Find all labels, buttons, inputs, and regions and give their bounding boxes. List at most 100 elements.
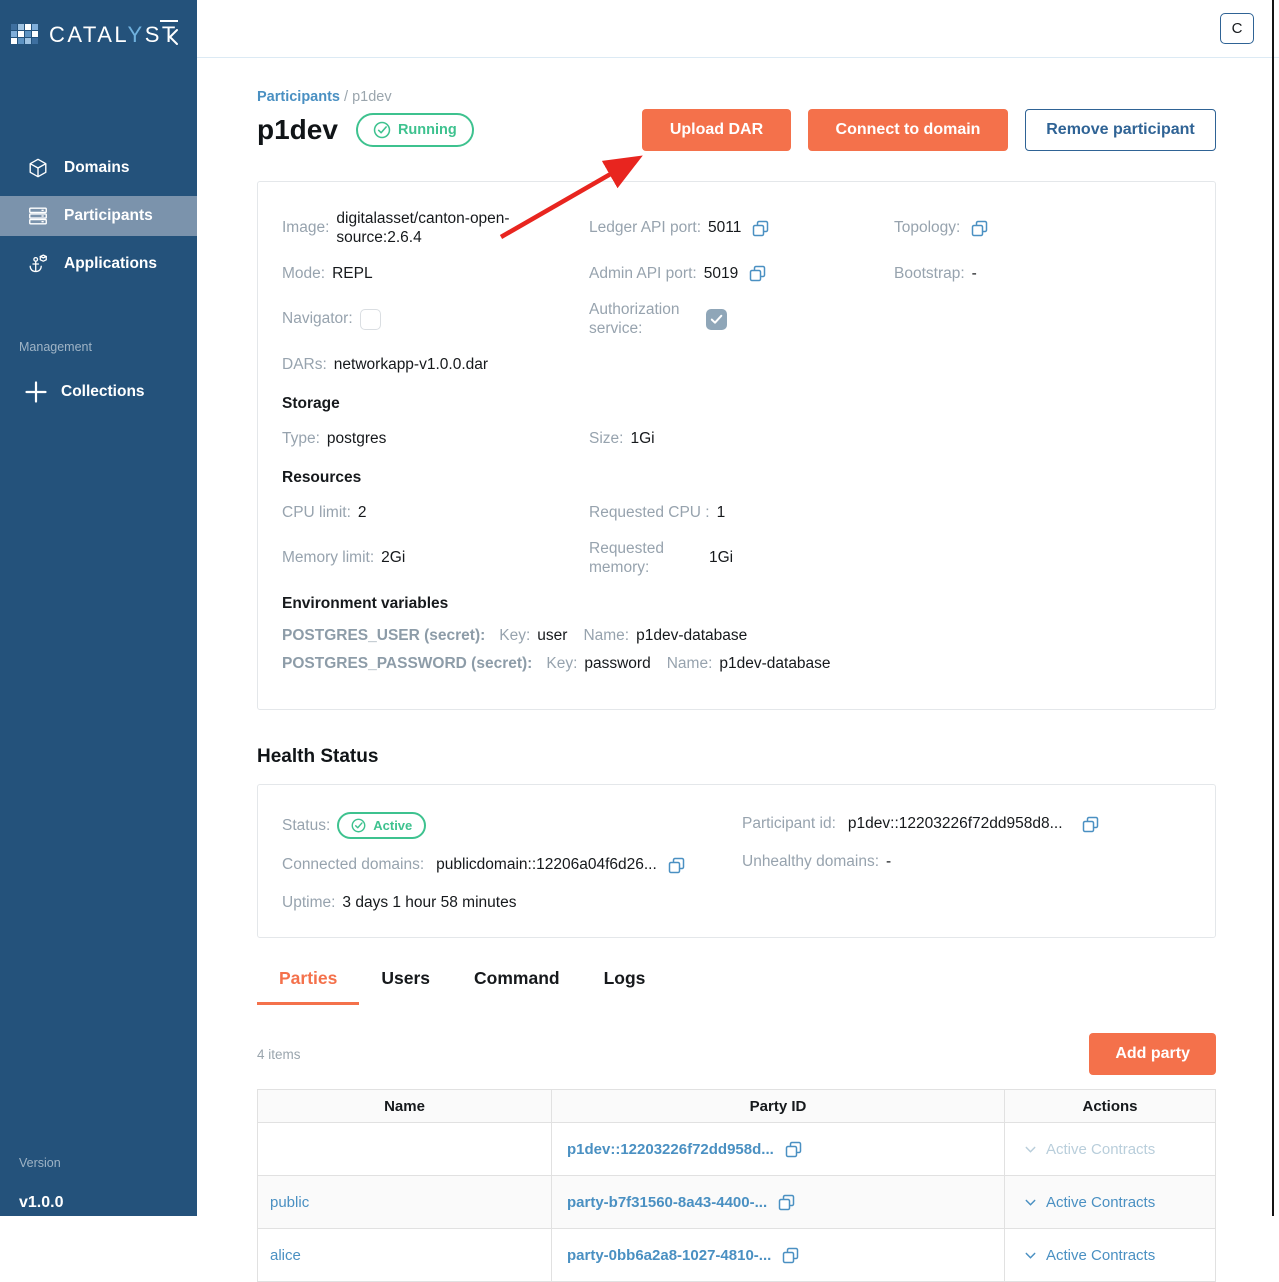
copy-icon[interactable] bbox=[971, 220, 988, 237]
sidebar-item-collections[interactable]: Collections bbox=[0, 372, 197, 412]
field-unhealthy-domains: Unhealthy domains: - bbox=[742, 850, 1191, 874]
field-label: Participant id: bbox=[742, 815, 836, 833]
table-row: public party-b7f31560-8a43-4400-... Acti… bbox=[258, 1176, 1216, 1229]
topbar: C bbox=[197, 0, 1279, 58]
sidebar-collapse-icon[interactable] bbox=[167, 28, 180, 51]
party-name[interactable]: public bbox=[258, 1176, 552, 1229]
breadcrumb-current: / p1dev bbox=[340, 89, 392, 105]
field-label: Admin API port: bbox=[589, 265, 697, 283]
field-cpu-limit: CPU limit: 2 bbox=[282, 501, 589, 525]
upload-dar-button[interactable]: Upload DAR bbox=[642, 109, 791, 151]
field-label: Bootstrap: bbox=[894, 265, 965, 283]
table-row: alice party-0bb6a2a8-1027-4810-... Activ… bbox=[258, 1229, 1216, 1282]
column-header-party-id: Party ID bbox=[552, 1090, 1005, 1123]
participant-details-card: Image: digitalasset/canton-open-source:2… bbox=[257, 181, 1216, 710]
field-requested-memory: Requested memory: 1Gi bbox=[589, 539, 894, 578]
party-id-link[interactable]: party-b7f31560-8a43-4400-... bbox=[567, 1194, 767, 1211]
sidebar-item-label: Domains bbox=[64, 159, 129, 177]
field-dars: DARs: networkapp-v1.0.0.dar bbox=[282, 353, 1191, 377]
window-edge-line bbox=[1272, 0, 1274, 1216]
field-value: networkapp-v1.0.0.dar bbox=[334, 356, 488, 374]
items-count: 4 items bbox=[257, 1047, 301, 1062]
version-value: v1.0.0 bbox=[19, 1194, 63, 1212]
field-value: 2 bbox=[358, 504, 367, 522]
field-label: DARs: bbox=[282, 356, 327, 374]
copy-icon[interactable] bbox=[749, 265, 766, 282]
copy-icon[interactable] bbox=[778, 1194, 795, 1211]
health-left-column: Status: Active Connected domains: public… bbox=[282, 812, 742, 915]
env-var-row: POSTGRES_USER (secret): Key: user Name: … bbox=[282, 627, 1191, 650]
tab-bar: Parties Users Command Logs bbox=[257, 968, 1216, 1005]
plus-icon bbox=[24, 380, 48, 404]
field-label: Uptime: bbox=[282, 894, 335, 912]
remove-participant-button[interactable]: Remove participant bbox=[1025, 109, 1216, 151]
column-header-name: Name bbox=[258, 1090, 552, 1123]
tab-logs[interactable]: Logs bbox=[582, 968, 668, 1005]
add-party-button[interactable]: Add party bbox=[1089, 1033, 1216, 1075]
sidebar-item-domains[interactable]: Domains bbox=[0, 148, 197, 188]
field-connected-domains: Connected domains: publicdomain::12206a0… bbox=[282, 853, 742, 877]
brand-logo: CATALYST bbox=[10, 20, 178, 50]
env-name-label: Name: bbox=[667, 655, 713, 673]
breadcrumb: Participants / p1dev bbox=[257, 89, 1216, 105]
sidebar-item-label: Collections bbox=[61, 383, 145, 401]
party-id-link[interactable]: p1dev::12203226f72dd958d... bbox=[567, 1141, 774, 1158]
party-id-link[interactable]: party-0bb6a2a8-1027-4810-... bbox=[567, 1247, 771, 1264]
field-value: 5011 bbox=[708, 219, 741, 237]
field-label: Mode: bbox=[282, 265, 325, 283]
user-avatar-button[interactable]: C bbox=[1220, 13, 1254, 44]
active-contracts-dropdown[interactable]: Active Contracts bbox=[1024, 1247, 1215, 1264]
field-value: 2Gi bbox=[381, 549, 405, 567]
column-header-actions: Actions bbox=[1005, 1090, 1216, 1123]
field-requested-cpu: Requested CPU : 1 bbox=[589, 501, 894, 525]
navigator-checkbox[interactable] bbox=[360, 309, 381, 330]
page-header: p1dev Running Upload DAR Connect to doma… bbox=[257, 109, 1216, 151]
server-stack-icon bbox=[26, 205, 50, 227]
field-mode: Mode: REPL bbox=[282, 262, 589, 286]
field-storage-size: Size: 1Gi bbox=[589, 427, 894, 451]
breadcrumb-participants-link[interactable]: Participants bbox=[257, 89, 340, 105]
copy-icon[interactable] bbox=[782, 1247, 799, 1264]
connect-to-domain-button[interactable]: Connect to domain bbox=[808, 109, 1008, 151]
header-actions: Upload DAR Connect to domain Remove part… bbox=[642, 109, 1216, 151]
field-label: Size: bbox=[589, 430, 623, 448]
field-value: - bbox=[886, 853, 891, 871]
field-label: Image: bbox=[282, 219, 329, 237]
page-title: p1dev bbox=[257, 114, 338, 146]
active-contracts-label: Active Contracts bbox=[1046, 1141, 1155, 1158]
env-key-value: user bbox=[537, 627, 567, 645]
field-value: publicdomain::12206a04f6d26... bbox=[436, 856, 657, 874]
cube-icon bbox=[26, 157, 50, 179]
field-authorization-service: Authorization service: bbox=[589, 300, 894, 339]
party-name[interactable]: alice bbox=[258, 1229, 552, 1282]
field-label: Navigator: bbox=[282, 310, 353, 328]
copy-icon[interactable] bbox=[668, 857, 685, 874]
field-label: Memory limit: bbox=[282, 549, 374, 567]
health-right-column: Participant id: p1dev::12203226f72dd958d… bbox=[742, 812, 1191, 915]
sidebar-item-participants[interactable]: Participants bbox=[0, 196, 197, 236]
authorization-service-checkbox[interactable] bbox=[706, 309, 727, 330]
copy-icon[interactable] bbox=[1082, 816, 1099, 833]
copy-icon[interactable] bbox=[785, 1141, 802, 1158]
health-status-heading: Health Status bbox=[257, 746, 1216, 768]
active-contracts-dropdown[interactable]: Active Contracts bbox=[1024, 1141, 1215, 1158]
active-badge-label: Active bbox=[373, 818, 412, 833]
field-value: 1Gi bbox=[709, 549, 733, 567]
active-contracts-dropdown[interactable]: Active Contracts bbox=[1024, 1194, 1215, 1211]
env-name-value: p1dev-database bbox=[636, 627, 747, 645]
table-row: p1dev::12203226f72dd958d... Active Contr… bbox=[258, 1123, 1216, 1176]
tab-command[interactable]: Command bbox=[452, 968, 582, 1005]
field-image: Image: digitalasset/canton-open-source:2… bbox=[282, 209, 589, 248]
status-badge: Running bbox=[356, 113, 474, 147]
copy-icon[interactable] bbox=[752, 220, 769, 237]
field-label: Type: bbox=[282, 430, 320, 448]
sidebar-item-applications[interactable]: Applications bbox=[0, 244, 197, 284]
storage-heading: Storage bbox=[282, 395, 1191, 413]
tab-parties[interactable]: Parties bbox=[257, 968, 359, 1005]
management-section-label: Management bbox=[19, 340, 92, 354]
anchor-icon bbox=[26, 253, 50, 275]
tab-users[interactable]: Users bbox=[359, 968, 452, 1005]
check-circle-icon bbox=[351, 818, 366, 833]
resources-heading: Resources bbox=[282, 469, 1191, 487]
field-label: CPU limit: bbox=[282, 504, 351, 522]
